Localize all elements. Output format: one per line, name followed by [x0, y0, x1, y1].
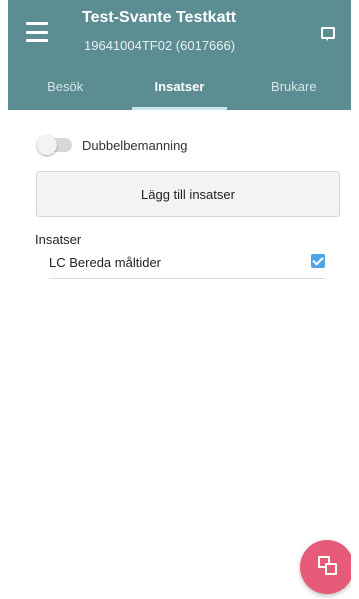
tab-bar: Besök Insatser Brukare — [8, 62, 351, 110]
page-title: Test-Svante Testkatt — [82, 9, 237, 26]
add-insatser-button[interactable]: Lägg till insatser — [36, 171, 340, 217]
insats-label: LC Bereda måltider — [49, 255, 161, 270]
copy-fab[interactable] — [300, 540, 351, 594]
menu-icon — [26, 39, 48, 42]
app-bar: Test-Svante Testkatt 19641004TF02 (60176… — [8, 0, 351, 110]
dubbelbemanning-toggle[interactable] — [37, 135, 72, 155]
chat-icon[interactable] — [321, 27, 335, 41]
screen-edge-left — [0, 0, 8, 599]
page-subtitle: 19641004TF02 (6017666) — [84, 38, 236, 53]
menu-icon — [26, 30, 48, 34]
copy-icon — [318, 556, 338, 576]
menu-button[interactable] — [26, 22, 48, 42]
tab-brukare[interactable]: Brukare — [237, 62, 351, 110]
screen-edge-right — [351, 0, 359, 599]
copy-icon-front — [325, 563, 337, 575]
insats-checkbox[interactable] — [311, 254, 325, 268]
menu-icon — [26, 22, 48, 25]
toggle-knob[interactable] — [37, 135, 57, 155]
app-screen: Test-Svante Testkatt 19641004TF02 (60176… — [8, 0, 351, 599]
tab-besok[interactable]: Besök — [8, 62, 122, 110]
dubbelbemanning-row[interactable]: Dubbelbemanning — [37, 133, 258, 157]
insats-row[interactable]: LC Bereda måltider — [49, 251, 325, 279]
dubbelbemanning-label: Dubbelbemanning — [82, 137, 188, 153]
tab-insatser[interactable]: Insatser — [122, 62, 236, 110]
insatser-heading: Insatser — [35, 232, 82, 247]
